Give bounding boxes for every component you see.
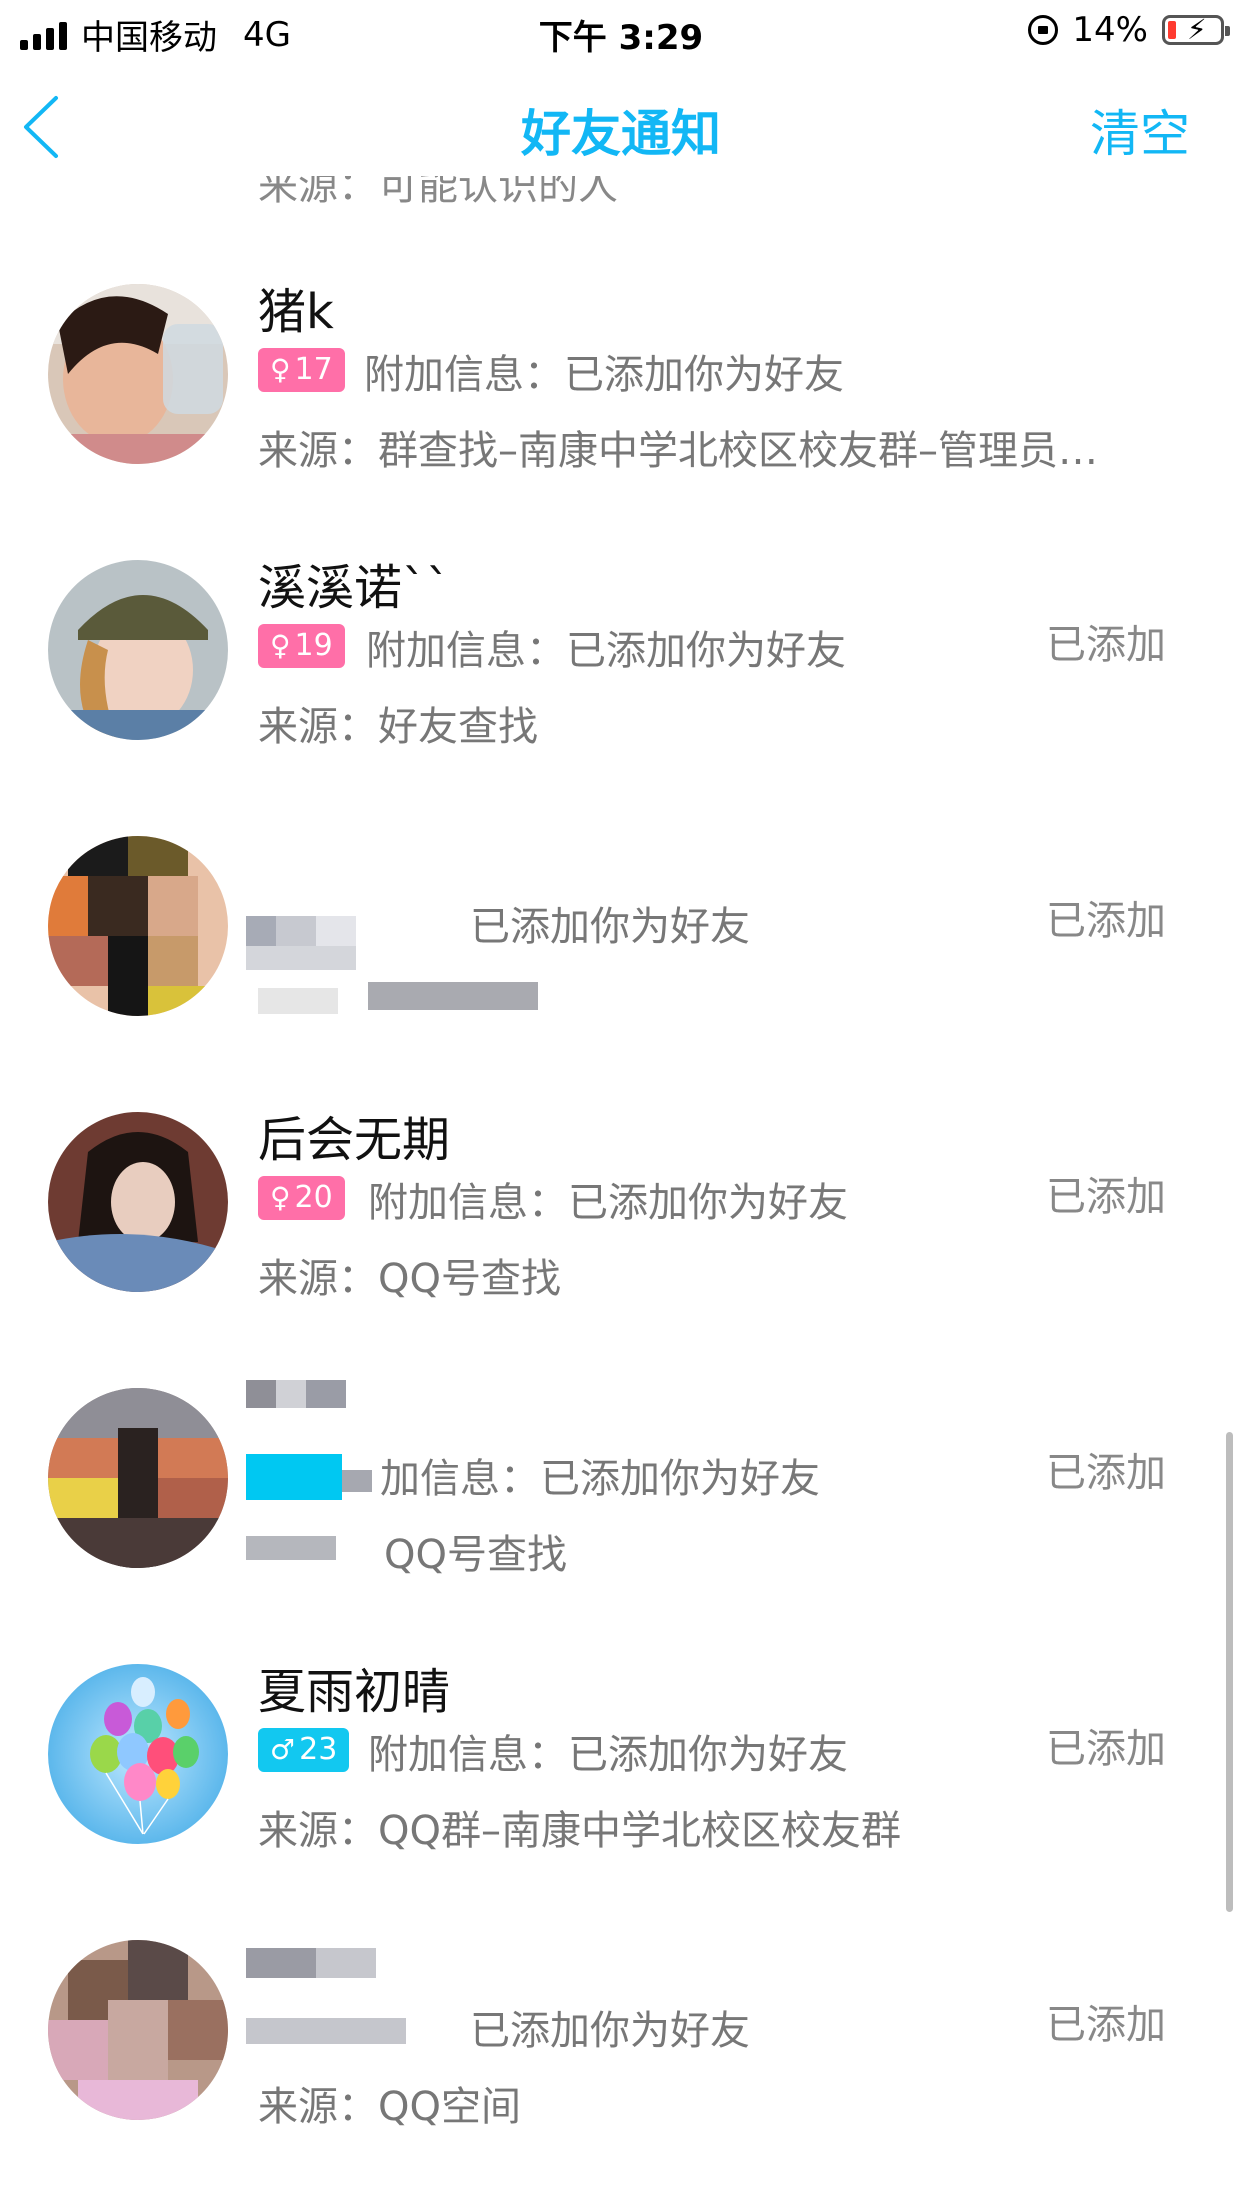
friend-name: 后会无期 [258, 1112, 451, 1168]
status-label: 已添加 [1046, 1450, 1166, 1496]
status-label: 已添加 [1046, 2002, 1166, 2048]
source-info: 来源：QQ空间 [258, 2074, 521, 2132]
source-info: 来源：好友查找 [258, 694, 538, 752]
source-value: QQ号查找 [384, 1532, 567, 1578]
source-label: 来源： [258, 1808, 378, 1854]
source-value: QQ号查找 [378, 1256, 561, 1302]
redacted-source [258, 982, 538, 1022]
avatar[interactable] [48, 836, 228, 1016]
notification-item-0[interactable]: 猪k ♀ 17 附加信息：已添加你为好友 来源：群查找–南康中学北校区校友群–管… [0, 254, 1242, 530]
scrollbar[interactable] [1226, 1432, 1233, 1912]
age-label: 19 [294, 628, 333, 663]
source-value: QQ空间 [378, 2084, 521, 2130]
source-label: 来源： [258, 428, 378, 474]
notification-item-4[interactable]: 加信息：已添加你为好友 QQ号查找 已添加 [0, 1358, 1242, 1634]
notification-item-6[interactable]: 已添加你为好友 来源：QQ空间 已添加 [0, 1910, 1242, 2186]
redacted-name [246, 1380, 376, 1420]
status-label: 已添加 [1046, 1174, 1166, 1220]
page-title: 好友通知 [521, 105, 721, 163]
age-badge: ♀ 19 [258, 624, 345, 668]
friend-name: 溪溪诺`` [258, 560, 451, 616]
status-label: 已添加 [1046, 898, 1166, 944]
age-label: 17 [294, 352, 333, 387]
extra-info-label: 加信息： [380, 1456, 540, 1502]
source-info: 来源：QQ群–南康中学北校区校友群 [258, 1798, 901, 1856]
rotation-lock-icon [1028, 15, 1059, 45]
female-icon: ♀ [270, 629, 291, 662]
source-label: 来源： [258, 1256, 378, 1302]
extra-info-label: 附加信息： [368, 1732, 568, 1778]
redacted-name [246, 1948, 406, 1988]
extra-info: 加信息：已添加你为好友 [380, 1446, 820, 1504]
status-label: 已添加 [1046, 1726, 1166, 1772]
clear-button[interactable]: 清空 [1090, 94, 1190, 166]
source-info: 来源：群查找–南康中学北校区校友群–管理员… [258, 418, 1098, 476]
source-value: 群查找–南康中学北校区校友群–管理员… [378, 428, 1098, 474]
extra-info-value: 已添加你为好友 [540, 1456, 820, 1502]
notification-item-1[interactable]: 溪溪诺`` ♀ 19 附加信息：已添加你为好友 来源：好友查找 已添加 [0, 530, 1242, 806]
redacted-name [246, 906, 386, 986]
age-badge: ♀ 17 [258, 348, 345, 392]
notification-item-5[interactable]: 夏雨初晴 ♂ 23 附加信息：已添加你为好友 来源：QQ群–南康中学北校区校友群… [0, 1634, 1242, 1910]
extra-info-label: 附加信息： [364, 352, 564, 398]
age-label: 23 [299, 1732, 338, 1767]
extra-info-label: 附加信息： [368, 1180, 568, 1226]
friend-name: 夏雨初晴 [258, 1664, 451, 1720]
avatar[interactable] [48, 284, 228, 464]
friend-name: 猪k [258, 284, 334, 340]
extra-info: 附加信息：已添加你为好友 [366, 618, 846, 676]
age-label: 20 [294, 1180, 333, 1215]
extra-info-value: 已添加你为好友 [470, 904, 750, 950]
battery-icon: ⚡ [1162, 15, 1230, 45]
male-icon: ♂ [270, 1733, 296, 1766]
age-badge: ♀ 20 [258, 1176, 345, 1220]
cutoff-source-text: 来源：可能认识的人 [258, 176, 618, 204]
source-label: 来源： [258, 2084, 378, 2130]
extra-info: 附加信息：已添加你为好友 [364, 342, 844, 400]
notification-item-2[interactable]: 已添加你为好友 已添加 [0, 806, 1242, 1082]
extra-info-value: 已添加你为好友 [568, 1180, 848, 1226]
extra-info: 附加信息：已添加你为好友 [368, 1722, 848, 1780]
avatar[interactable] [48, 1388, 228, 1568]
status-bar: 中国移动 4G 下午 3:29 14% ⚡ [0, 0, 1242, 64]
age-badge: ♂ 23 [258, 1728, 350, 1772]
extra-info: 已添加你为好友 [470, 1998, 750, 2056]
source-info: QQ号查找 [384, 1522, 567, 1580]
extra-info: 附加信息：已添加你为好友 [368, 1170, 848, 1228]
extra-info-value: 已添加你为好友 [470, 2008, 750, 2054]
status-label: 已添加 [1046, 622, 1166, 668]
female-icon: ♀ [270, 1181, 291, 1214]
redacted-badge [246, 1454, 376, 1504]
avatar[interactable] [48, 1664, 228, 1844]
avatar[interactable] [48, 1940, 228, 2120]
avatar[interactable] [48, 560, 228, 740]
extra-info-value: 已添加你为好友 [566, 628, 846, 674]
female-icon: ♀ [270, 353, 291, 386]
source-info: 来源：QQ号查找 [258, 1246, 561, 1304]
redacted-source-label [246, 1536, 346, 1566]
notification-item-3[interactable]: 后会无期 ♀ 20 附加信息：已添加你为好友 来源：QQ号查找 已添加 [0, 1082, 1242, 1358]
source-label: 来源： [258, 704, 378, 750]
source-value: QQ群–南康中学北校区校友群 [378, 1808, 901, 1854]
extra-info-value: 已添加你为好友 [564, 352, 844, 398]
battery-percent: 14% [1072, 10, 1148, 50]
extra-info-label: 附加信息： [366, 628, 566, 674]
source-value: 好友查找 [378, 704, 538, 750]
extra-info-value: 已添加你为好友 [568, 1732, 848, 1778]
status-right: 14% ⚡ [1028, 10, 1230, 50]
redacted-extra-label [246, 2018, 426, 2048]
nav-bar: 好友通知 清空 [0, 64, 1242, 188]
extra-info: 已添加你为好友 [470, 894, 750, 952]
avatar[interactable] [48, 1112, 228, 1292]
